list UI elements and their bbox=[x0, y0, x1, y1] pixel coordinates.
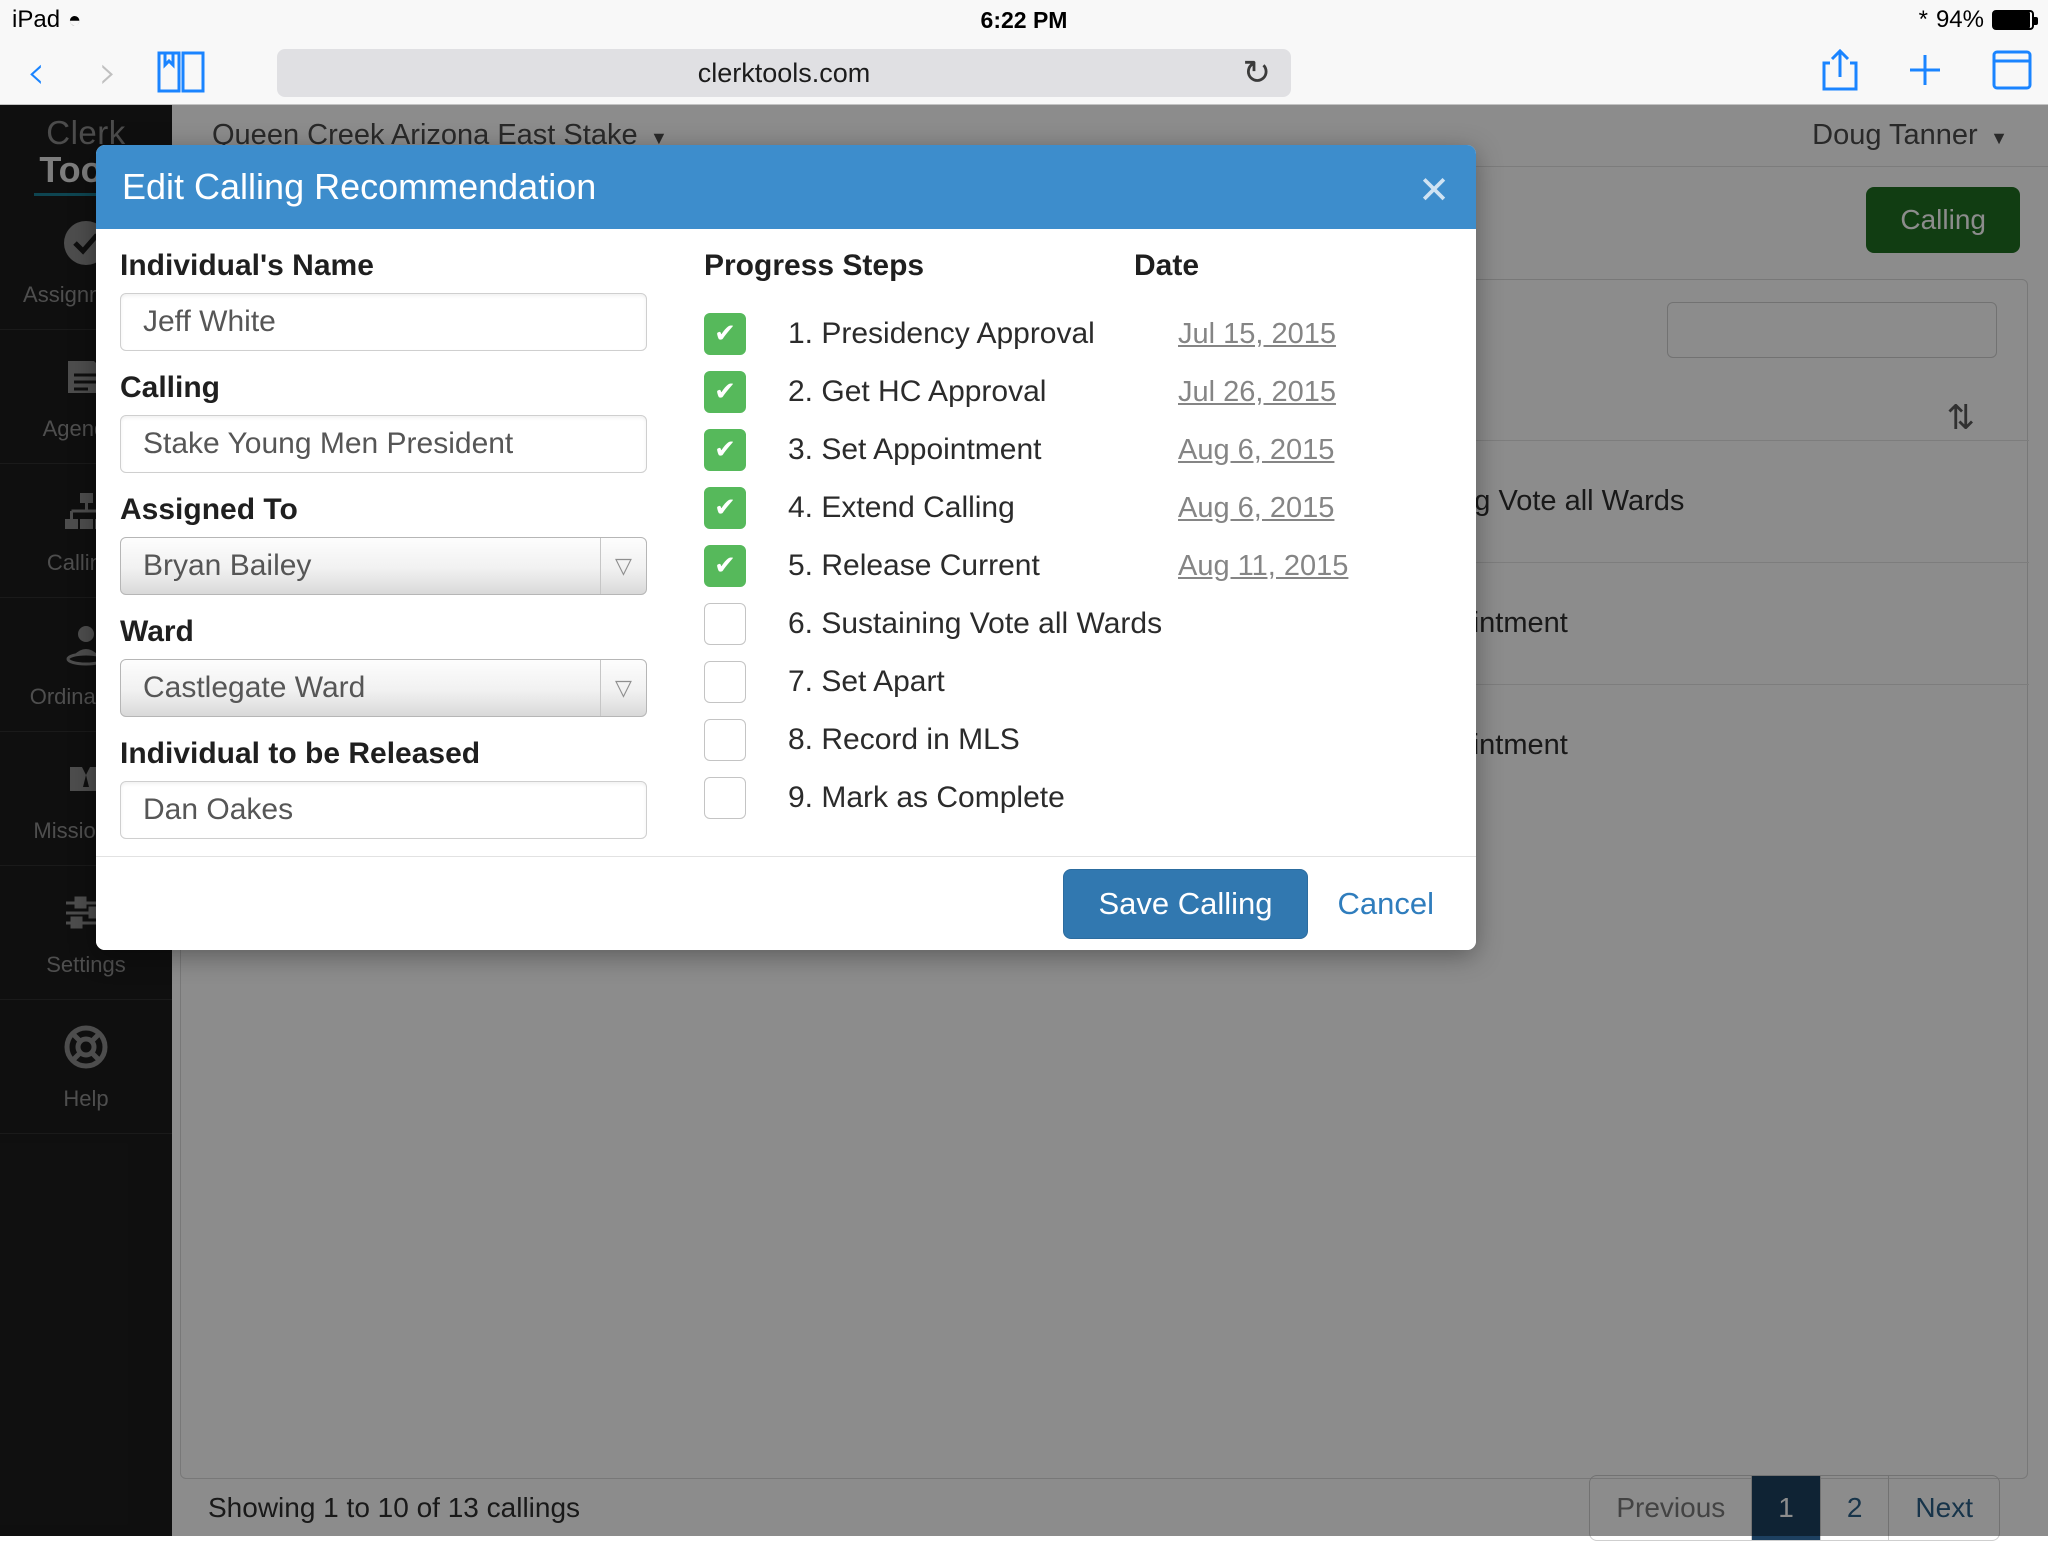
chevron-down-icon: ▽ bbox=[600, 660, 646, 716]
step-row[interactable]: 9. Mark as Complete bbox=[704, 769, 1454, 827]
ward-label: Ward bbox=[120, 615, 194, 648]
step-checkbox[interactable] bbox=[704, 487, 746, 529]
step-row[interactable]: 2. Get HC Approval Jul 26, 2015 bbox=[704, 363, 1454, 421]
assigned-to-label: Assigned To bbox=[120, 493, 298, 526]
step-checkbox[interactable] bbox=[704, 545, 746, 587]
step-label: 6. Sustaining Vote all Wards bbox=[788, 607, 1163, 640]
modal-header: Edit Calling Recommendation ✕ bbox=[96, 145, 1476, 229]
step-row[interactable]: 5. Release Current Aug 11, 2015 bbox=[704, 537, 1454, 595]
step-date[interactable]: Jul 26, 2015 bbox=[1178, 376, 1336, 409]
progress-steps-header: Progress Steps bbox=[704, 249, 925, 282]
step-checkbox[interactable] bbox=[704, 371, 746, 413]
step-date[interactable]: Aug 6, 2015 bbox=[1178, 434, 1334, 467]
step-date[interactable]: Jul 15, 2015 bbox=[1178, 318, 1336, 351]
step-checkbox[interactable] bbox=[704, 777, 746, 819]
step-row[interactable]: 7. Set Apart bbox=[704, 653, 1454, 711]
ward-select[interactable]: Castlegate Ward ▽ bbox=[120, 659, 647, 717]
modal-footer: Save Calling Cancel bbox=[96, 856, 1476, 950]
step-row[interactable]: 4. Extend Calling Aug 6, 2015 bbox=[704, 479, 1454, 537]
browser-actions bbox=[1820, 47, 2034, 98]
battery-percent: 94% bbox=[1935, 6, 1984, 33]
ios-status-bar: iPad ◓ 6:22 PM * 94% bbox=[0, 0, 2048, 40]
url-text: clerktools.com bbox=[697, 57, 871, 88]
forward-icon[interactable]: › bbox=[72, 49, 144, 95]
form-column: Individual's Name Jeff White Calling Sta… bbox=[120, 249, 680, 839]
step-row[interactable]: 8. Record in MLS bbox=[704, 711, 1454, 769]
step-label: 1. Presidency Approval bbox=[788, 317, 1095, 350]
date-header: Date bbox=[1134, 249, 1200, 282]
step-row[interactable]: 3. Set Appointment Aug 6, 2015 bbox=[704, 421, 1454, 479]
modal-title: Edit Calling Recommendation bbox=[122, 166, 597, 207]
steps-column: Progress Steps Date 1. Presidency Approv… bbox=[704, 249, 1454, 827]
status-time: 6:22 PM bbox=[980, 6, 1068, 33]
released-label: Individual to be Released bbox=[120, 737, 481, 770]
step-checkbox[interactable] bbox=[704, 429, 746, 471]
step-checkbox[interactable] bbox=[704, 719, 746, 761]
plus-icon[interactable] bbox=[1904, 49, 1946, 96]
step-label: 4. Extend Calling bbox=[788, 491, 1015, 524]
safari-toolbar: ‹ › clerktools.com ↻ bbox=[0, 40, 2048, 105]
cancel-button[interactable]: Cancel bbox=[1338, 886, 1441, 922]
share-icon[interactable] bbox=[1820, 47, 1860, 98]
step-label: 9. Mark as Complete bbox=[788, 781, 1065, 814]
step-row[interactable]: 6. Sustaining Vote all Wards bbox=[704, 595, 1454, 653]
tabs-icon[interactable] bbox=[1990, 48, 2034, 97]
calling-label: Calling bbox=[120, 371, 221, 404]
assigned-to-select[interactable]: Bryan Bailey ▽ bbox=[120, 537, 647, 595]
step-date[interactable]: Aug 6, 2015 bbox=[1178, 492, 1334, 525]
step-row[interactable]: 1. Presidency Approval Jul 15, 2015 bbox=[704, 305, 1454, 363]
book-icon[interactable] bbox=[144, 49, 218, 95]
close-icon[interactable]: ✕ bbox=[1418, 171, 1450, 209]
step-checkbox[interactable] bbox=[704, 313, 746, 355]
address-bar[interactable]: clerktools.com ↻ bbox=[277, 49, 1291, 97]
chevron-down-icon: ▽ bbox=[600, 538, 646, 594]
save-calling-button[interactable]: Save Calling bbox=[1063, 868, 1308, 939]
calling-input[interactable]: Stake Young Men President bbox=[120, 415, 647, 473]
step-label: 3. Set Appointment bbox=[788, 433, 1042, 466]
step-checkbox[interactable] bbox=[704, 603, 746, 645]
battery-icon bbox=[1992, 10, 2038, 30]
step-label: 8. Record in MLS bbox=[788, 723, 1020, 756]
step-label: 5. Release Current bbox=[788, 549, 1040, 582]
individual-released-input[interactable]: Dan Oakes bbox=[120, 781, 647, 839]
edit-calling-modal: Edit Calling Recommendation ✕ Individual… bbox=[96, 145, 1476, 950]
step-date[interactable]: Aug 11, 2015 bbox=[1178, 550, 1348, 583]
ward-value: Castlegate Ward bbox=[143, 671, 366, 704]
steps-header-row: Progress Steps Date bbox=[704, 249, 1454, 283]
back-icon[interactable]: ‹ bbox=[0, 49, 72, 95]
bluetooth-icon: * bbox=[1918, 6, 1928, 33]
individual-name-input[interactable]: Jeff White bbox=[120, 293, 647, 351]
reload-icon[interactable]: ↻ bbox=[1243, 56, 1272, 90]
status-right-group: * 94% bbox=[1918, 6, 2038, 34]
step-checkbox[interactable] bbox=[704, 661, 746, 703]
step-label: 2. Get HC Approval bbox=[788, 375, 1047, 408]
name-label: Individual's Name bbox=[120, 249, 374, 282]
assigned-to-value: Bryan Bailey bbox=[143, 549, 312, 582]
step-label: 7. Set Apart bbox=[788, 665, 945, 698]
modal-body: Individual's Name Jeff White Calling Sta… bbox=[96, 229, 1476, 856]
